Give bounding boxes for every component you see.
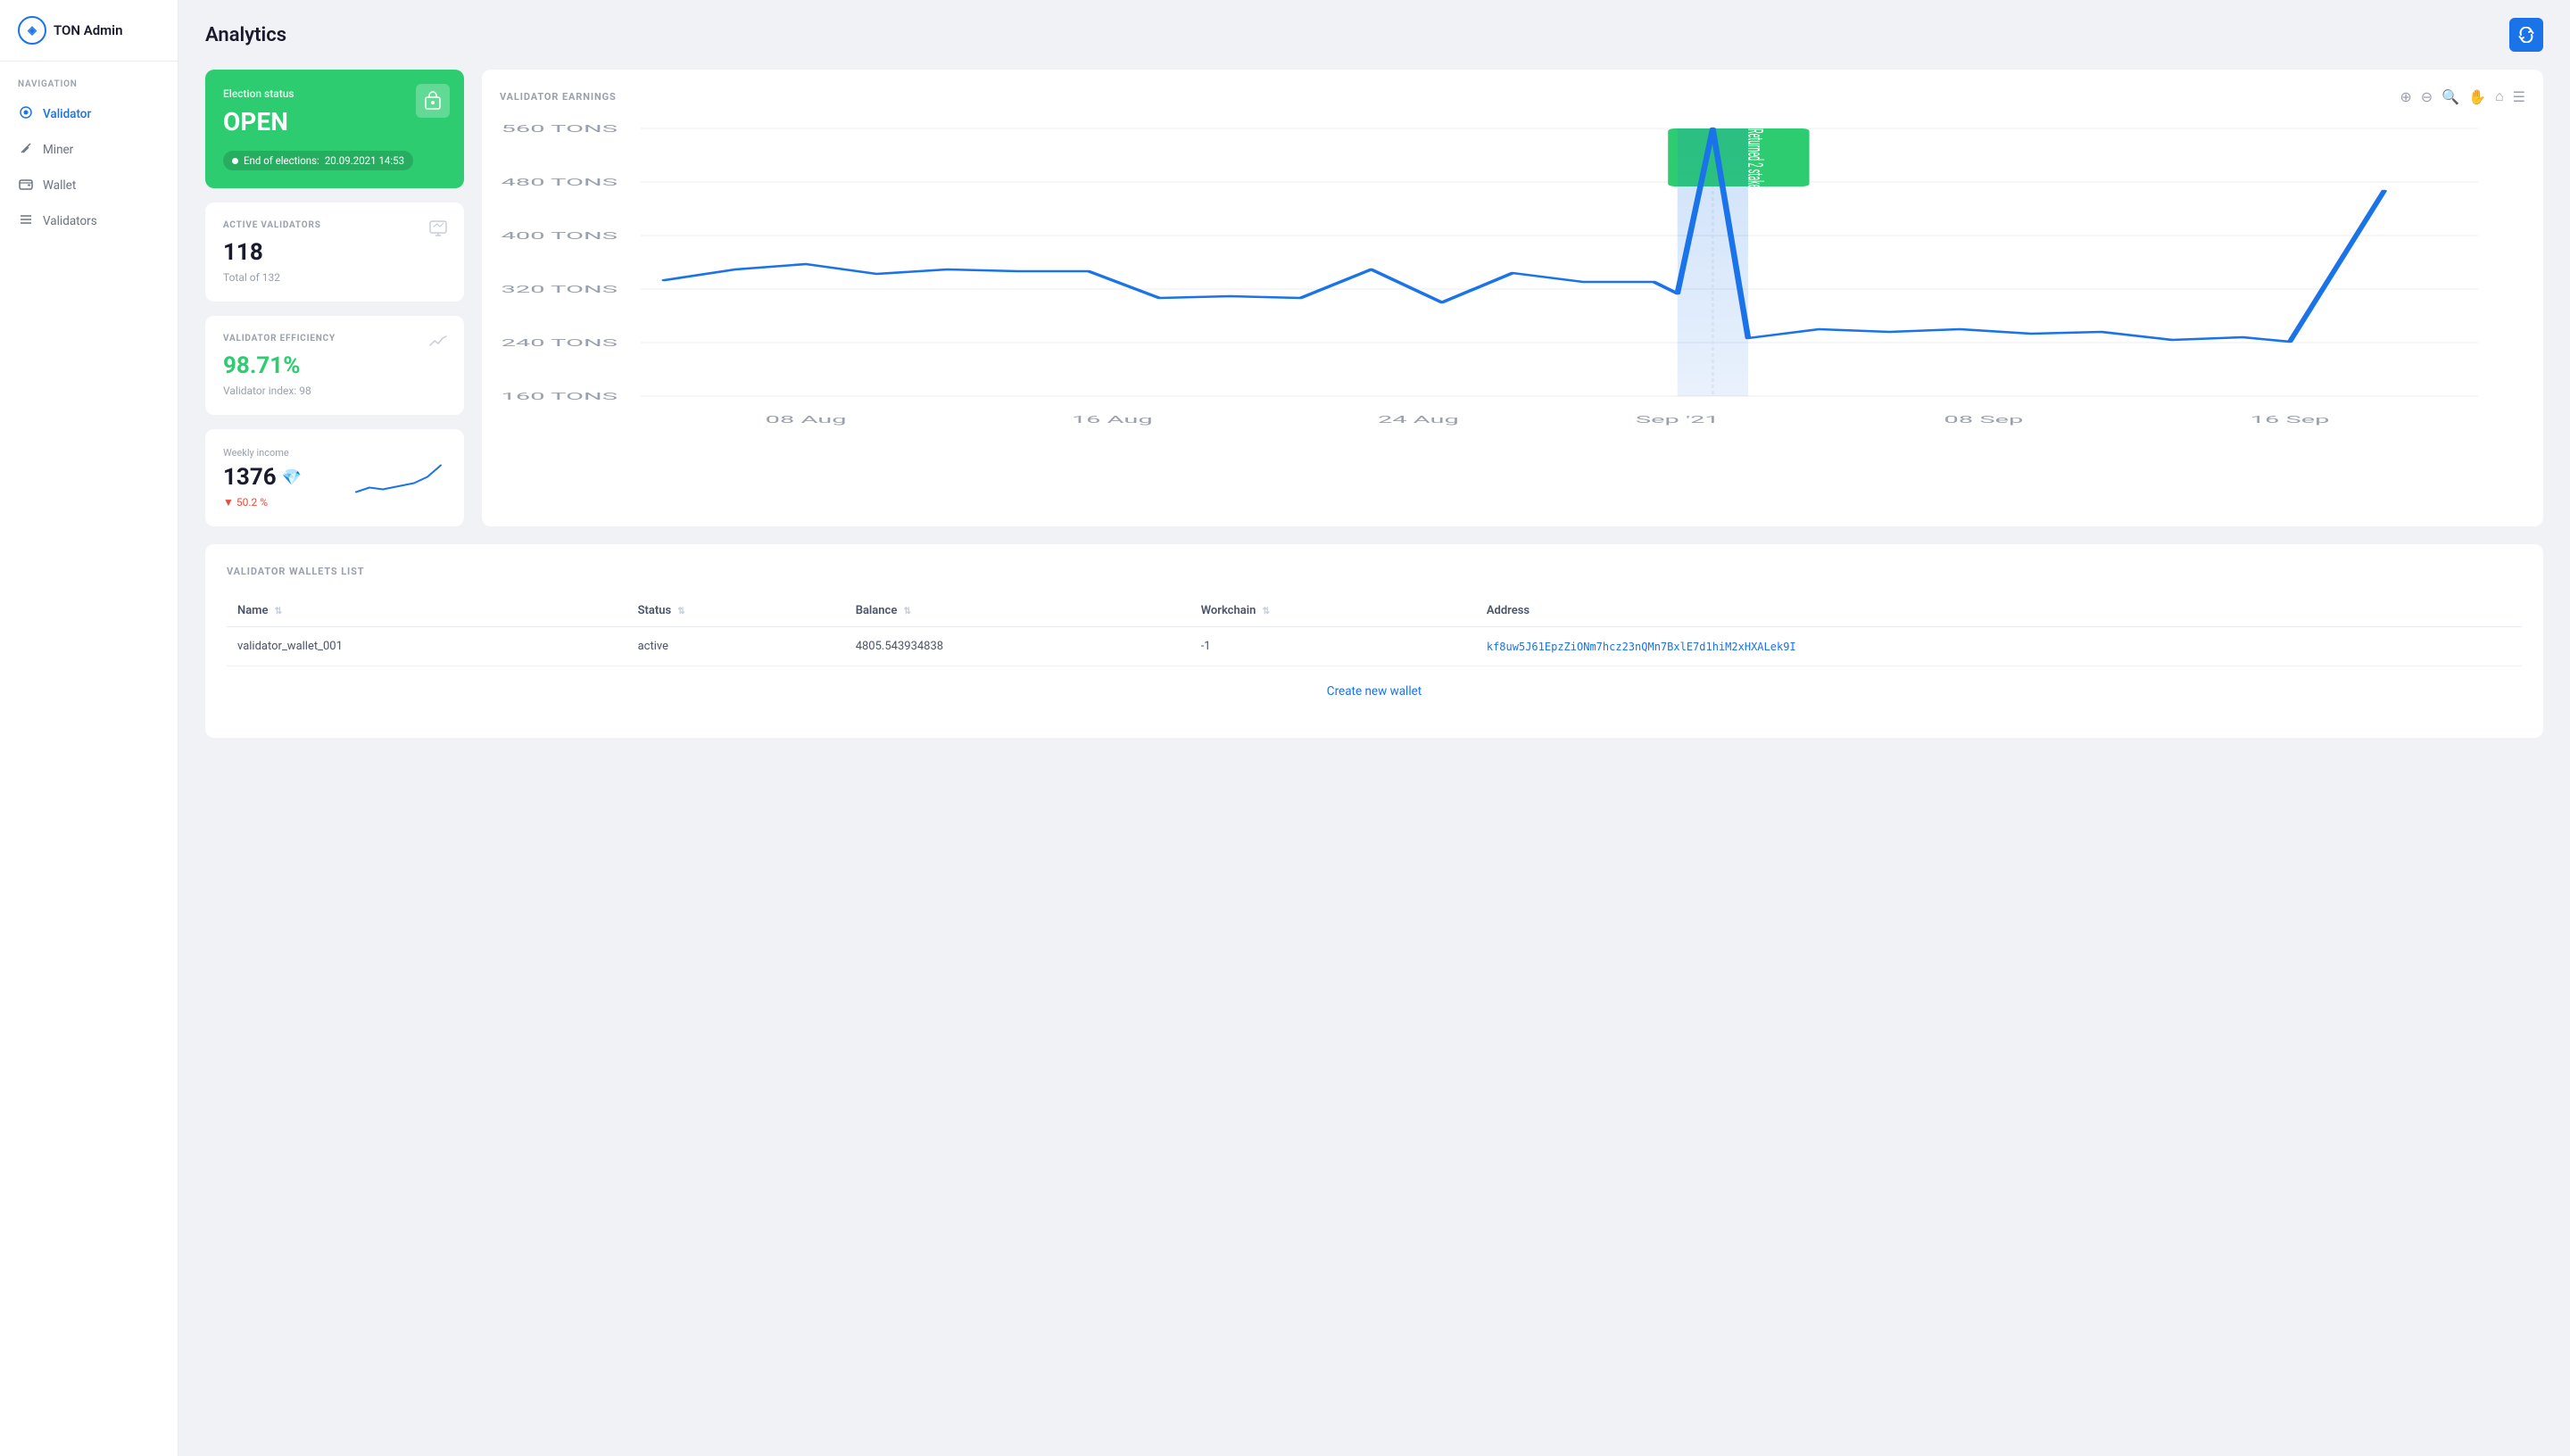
svg-text:160 TONS: 160 TONS	[502, 391, 618, 402]
refresh-button[interactable]	[2509, 18, 2543, 52]
weekly-sparkline	[352, 451, 450, 504]
col-balance[interactable]: Balance ⇅	[845, 595, 1190, 627]
wallets-table-section: VALIDATOR WALLETS LIST Name ⇅ Status ⇅ B…	[205, 544, 2543, 738]
validator-label: Validator	[43, 107, 91, 121]
zoom-in-icon[interactable]: ⊕	[2400, 88, 2411, 105]
sidebar-item-validators[interactable]: Validators	[0, 203, 178, 239]
svg-text:16 Aug: 16 Aug	[1072, 414, 1153, 426]
efficiency-sub: Validator index: 98	[223, 385, 446, 397]
miner-icon	[18, 141, 34, 159]
trend-icon	[428, 332, 448, 353]
validators-label: Validators	[43, 214, 97, 228]
wallets-table: Name ⇅ Status ⇅ Balance ⇅ Workchain ⇅	[227, 595, 2522, 666]
election-dot	[232, 158, 238, 164]
weekly-income-card: Weekly income 1376 💎 ▼ 50.2 %	[205, 429, 464, 526]
wallet-workchain: -1	[1190, 627, 1476, 666]
chart-area: 560 TONS 480 TONS 400 TONS 320 TONS 240 …	[500, 120, 2525, 459]
down-arrow-icon: ▼	[223, 496, 234, 509]
election-icon	[416, 84, 450, 118]
active-validators-value: 118	[223, 239, 446, 266]
active-validators-card: ACTIVE VALIDATORS 118 Total of 132	[205, 203, 464, 302]
wallet-name: validator_wallet_001	[227, 627, 627, 666]
sidebar: ◈ TON Admin NAVIGATION Validator Miner W…	[0, 0, 178, 1456]
sidebar-item-wallet[interactable]: Wallet	[0, 168, 178, 203]
table-row: validator_wallet_001 active 4805.5439348…	[227, 627, 2522, 666]
topbar: Analytics	[178, 0, 2570, 52]
election-end-time: 20.09.2021 14:53	[325, 154, 404, 167]
left-column: Election status OPEN End of elections: 2…	[205, 70, 464, 526]
miner-label: Miner	[43, 143, 73, 157]
svg-text:480 TONS: 480 TONS	[502, 177, 618, 188]
wallet-balance: 4805.543934838	[845, 627, 1190, 666]
efficiency-value: 98.71%	[223, 352, 446, 379]
validator-icon	[18, 105, 34, 123]
svg-text:320 TONS: 320 TONS	[502, 284, 618, 295]
svg-text:560 TONS: 560 TONS	[502, 123, 618, 135]
wallet-label: Wallet	[43, 178, 76, 193]
create-wallet-button[interactable]: Create new wallet	[227, 666, 2522, 716]
election-status: OPEN	[223, 107, 446, 136]
chart-controls: ⊕ ⊖ 🔍 ✋ ⌂ ☰	[2400, 87, 2525, 105]
monitor-icon	[428, 219, 448, 243]
wallet-status: active	[627, 627, 845, 666]
validator-efficiency-card: VALIDATOR EFFICIENCY 98.71% Validator in…	[205, 316, 464, 415]
active-validators-sub: Total of 132	[223, 271, 446, 284]
svg-text:400 TONS: 400 TONS	[502, 230, 618, 242]
wallet-address[interactable]: kf8uw5J61EpzZiONm7hcz23nQMn7BxlE7d1hiM2x…	[1476, 627, 2522, 666]
svg-text:08 Sep: 08 Sep	[1944, 414, 2024, 426]
efficiency-label: VALIDATOR EFFICIENCY	[223, 334, 446, 343]
chart-header: VALIDATOR EARNINGS ⊕ ⊖ 🔍 ✋ ⌂ ☰	[500, 87, 2525, 105]
sort-arrows-name: ⇅	[275, 607, 282, 616]
validators-icon	[18, 212, 34, 230]
sort-arrows-status: ⇅	[677, 607, 684, 616]
diamond-icon: 💎	[282, 468, 302, 487]
logo: ◈ TON Admin	[0, 0, 178, 62]
menu-icon[interactable]: ☰	[2513, 88, 2525, 105]
app-title: TON Admin	[54, 22, 122, 38]
sort-arrows-workchain: ⇅	[1263, 607, 1270, 616]
search-icon[interactable]: 🔍	[2442, 88, 2459, 105]
sidebar-item-miner[interactable]: Miner	[0, 132, 178, 168]
svg-text:08 Aug: 08 Aug	[766, 414, 847, 426]
election-end: End of elections: 20.09.2021 14:53	[223, 151, 413, 170]
svg-text:16 Sep: 16 Sep	[2251, 414, 2330, 426]
svg-text:240 TONS: 240 TONS	[502, 337, 618, 349]
col-name[interactable]: Name ⇅	[227, 595, 627, 627]
col-workchain[interactable]: Workchain ⇅	[1190, 595, 1476, 627]
home-icon[interactable]: ⌂	[2495, 87, 2504, 105]
logo-icon: ◈	[18, 16, 46, 45]
col-status[interactable]: Status ⇅	[627, 595, 845, 627]
page-title: Analytics	[205, 24, 286, 46]
wallets-title: VALIDATOR WALLETS LIST	[227, 566, 2522, 577]
wallet-icon	[18, 177, 34, 194]
active-validators-label: ACTIVE VALIDATORS	[223, 220, 446, 230]
col-address: Address	[1476, 595, 2522, 627]
chart-card: VALIDATOR EARNINGS ⊕ ⊖ 🔍 ✋ ⌂ ☰	[482, 70, 2543, 526]
nav-label: NAVIGATION	[0, 62, 178, 96]
election-card: Election status OPEN End of elections: 2…	[205, 70, 464, 188]
chart-title: VALIDATOR EARNINGS	[500, 91, 617, 103]
svg-text:Sep '21: Sep '21	[1636, 414, 1720, 426]
pan-icon[interactable]: ✋	[2468, 88, 2486, 105]
election-end-label: End of elections:	[244, 154, 319, 167]
svg-text:24 Aug: 24 Aug	[1378, 414, 1459, 426]
election-label: Election status	[223, 87, 446, 100]
content-grid: Election status OPEN End of elections: 2…	[178, 52, 2570, 544]
main-content: Analytics Election status OPEN End of el…	[178, 0, 2570, 1456]
zoom-out-icon[interactable]: ⊖	[2421, 88, 2433, 105]
sidebar-item-validator[interactable]: Validator	[0, 96, 178, 132]
sort-arrows-balance: ⇅	[904, 607, 911, 616]
